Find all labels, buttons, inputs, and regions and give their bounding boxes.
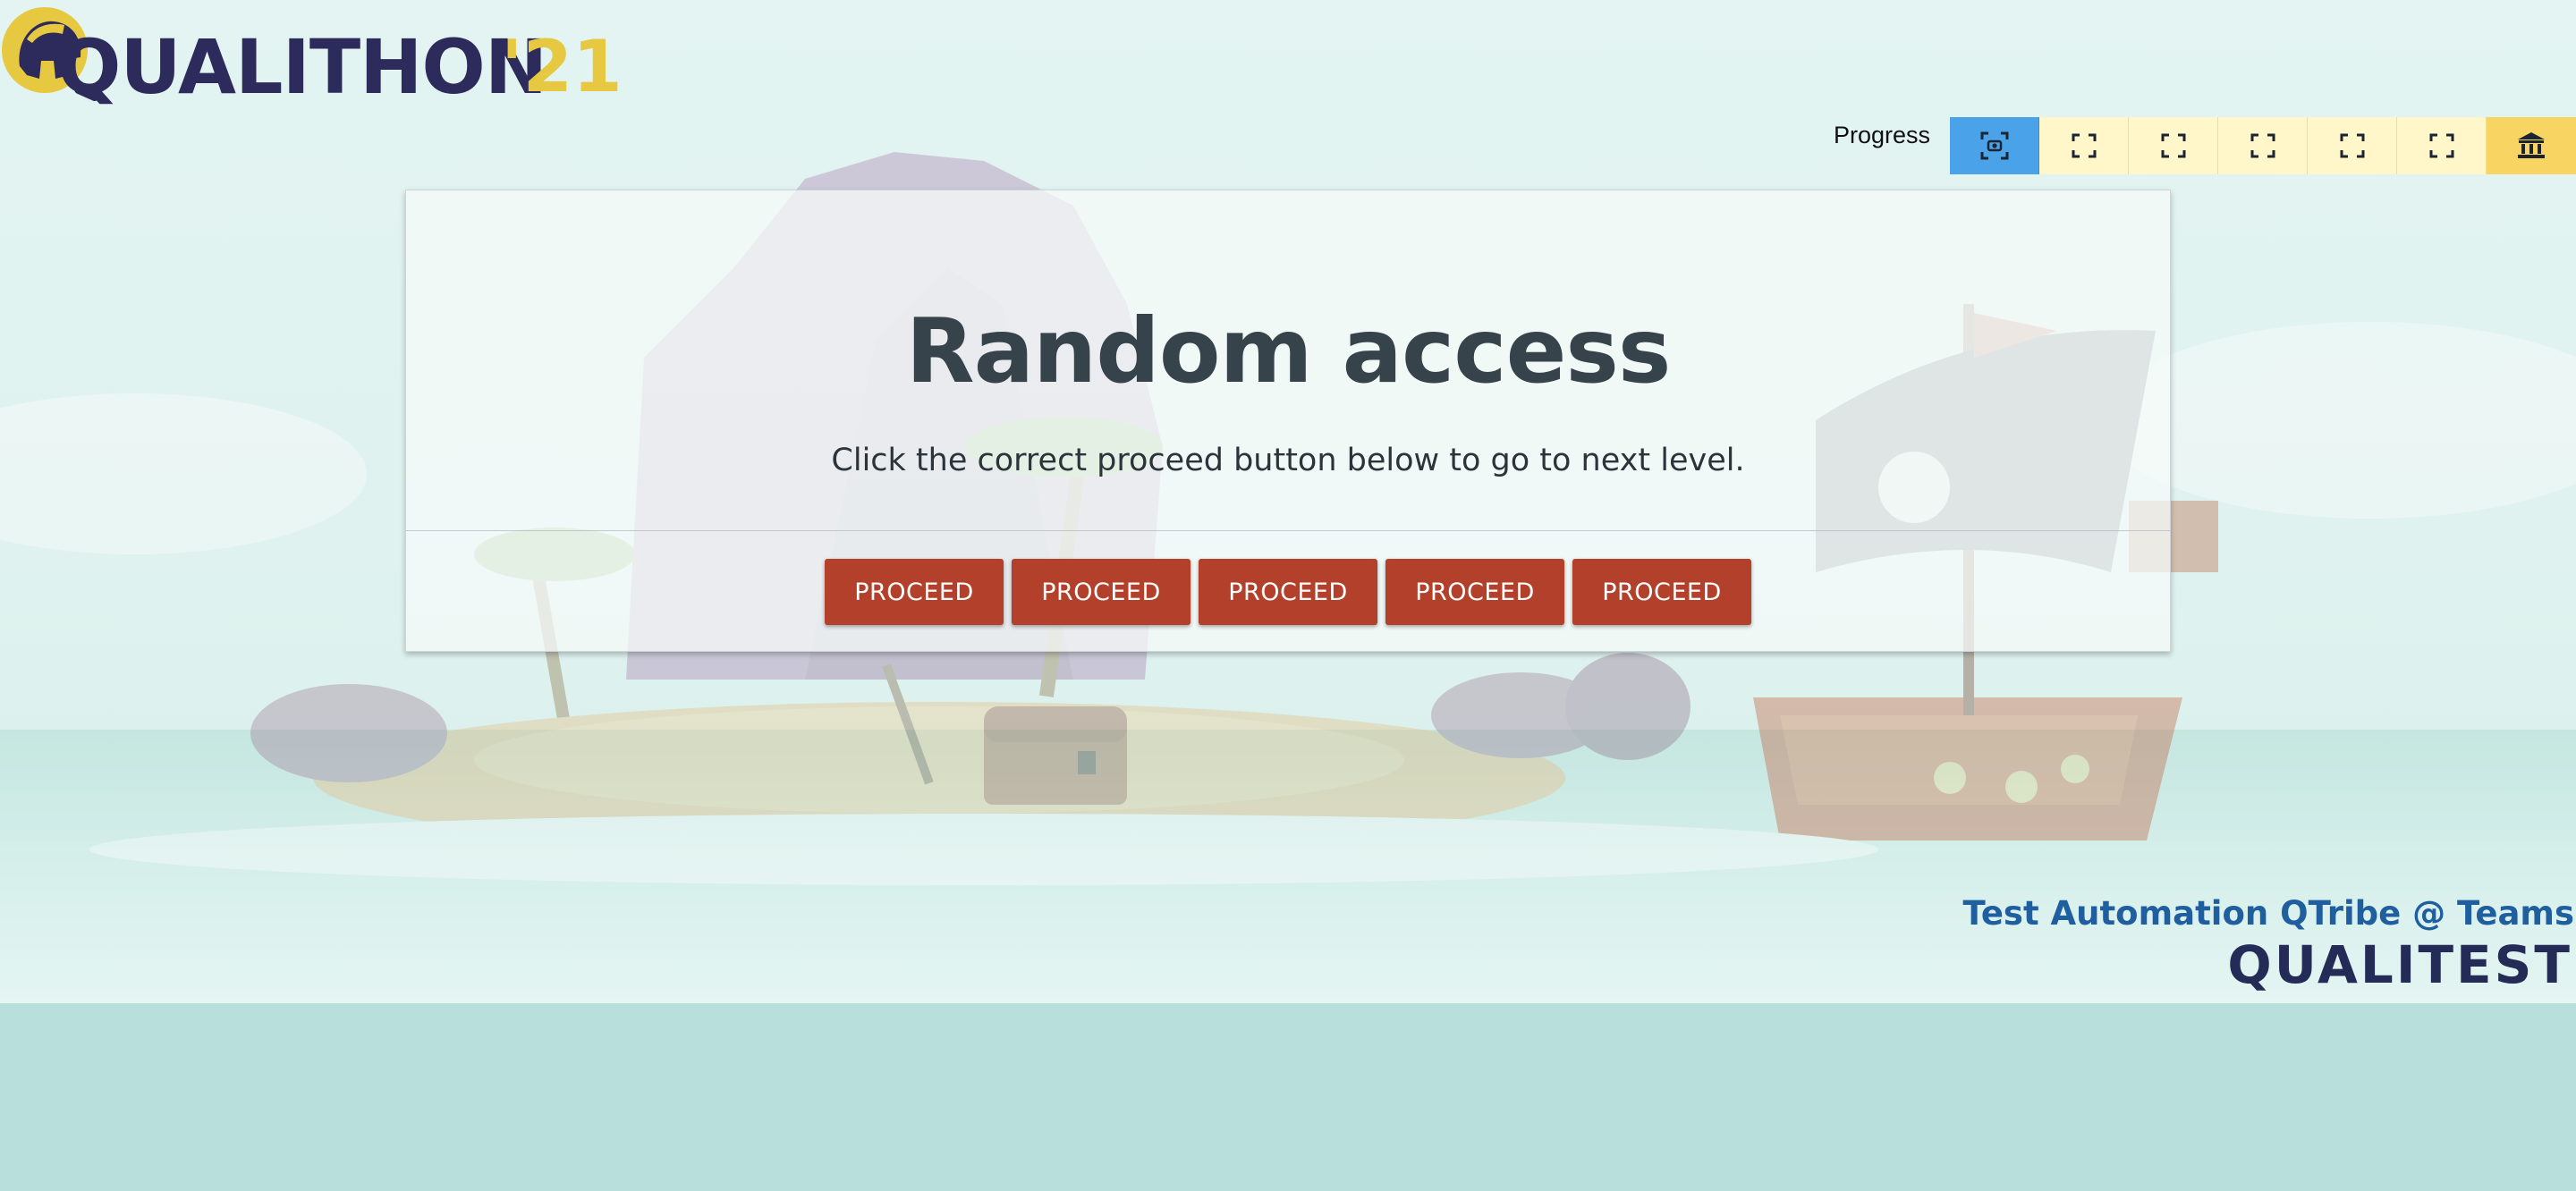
progress-step-goal	[2487, 117, 2576, 174]
qualithon-logo[interactable]: QUALITHON '21	[0, 0, 623, 111]
fullscreen-corners-icon	[2250, 133, 2275, 158]
level-card: Random access Click the correct proceed …	[405, 190, 2171, 652]
progress-step-5	[2308, 117, 2397, 174]
proceed-button-3[interactable]: PROCEED	[1199, 559, 1377, 625]
proceed-button-4[interactable]: PROCEED	[1385, 559, 1564, 625]
logo-wordmark: QUALITHON	[57, 23, 547, 111]
fullscreen-corners-icon	[2340, 133, 2364, 158]
focus-camera-icon	[1980, 131, 2008, 160]
team-credit: Test Automation QTribe @ Teams	[1962, 894, 2575, 933]
progress-bar	[1950, 117, 2576, 174]
level-instructions: Click the correct proceed button below t…	[831, 443, 1745, 478]
progress-step-current	[1950, 117, 2039, 174]
progress-step-6	[2397, 117, 2487, 174]
fullscreen-corners-icon	[2072, 133, 2096, 158]
progress-step-2	[2039, 117, 2129, 174]
qualitest-logo: QUALITEST	[2227, 934, 2572, 995]
logo-year: '21	[501, 25, 623, 108]
proceed-button-5[interactable]: PROCEED	[1572, 559, 1751, 625]
bank-icon	[2518, 132, 2545, 158]
fullscreen-corners-icon	[2161, 133, 2185, 158]
progress-label: Progress	[1833, 122, 1930, 148]
progress-step-4	[2218, 117, 2308, 174]
progress-step-3	[2129, 117, 2218, 174]
fullscreen-corners-icon	[2429, 133, 2453, 158]
card-divider	[406, 530, 2170, 531]
proceed-button-1[interactable]: PROCEED	[825, 559, 1004, 625]
level-title: Random access	[905, 299, 1672, 403]
proceed-button-2[interactable]: PROCEED	[1012, 559, 1191, 625]
proceed-button-group: PROCEED PROCEED PROCEED PROCEED PROCEED	[406, 559, 2170, 625]
